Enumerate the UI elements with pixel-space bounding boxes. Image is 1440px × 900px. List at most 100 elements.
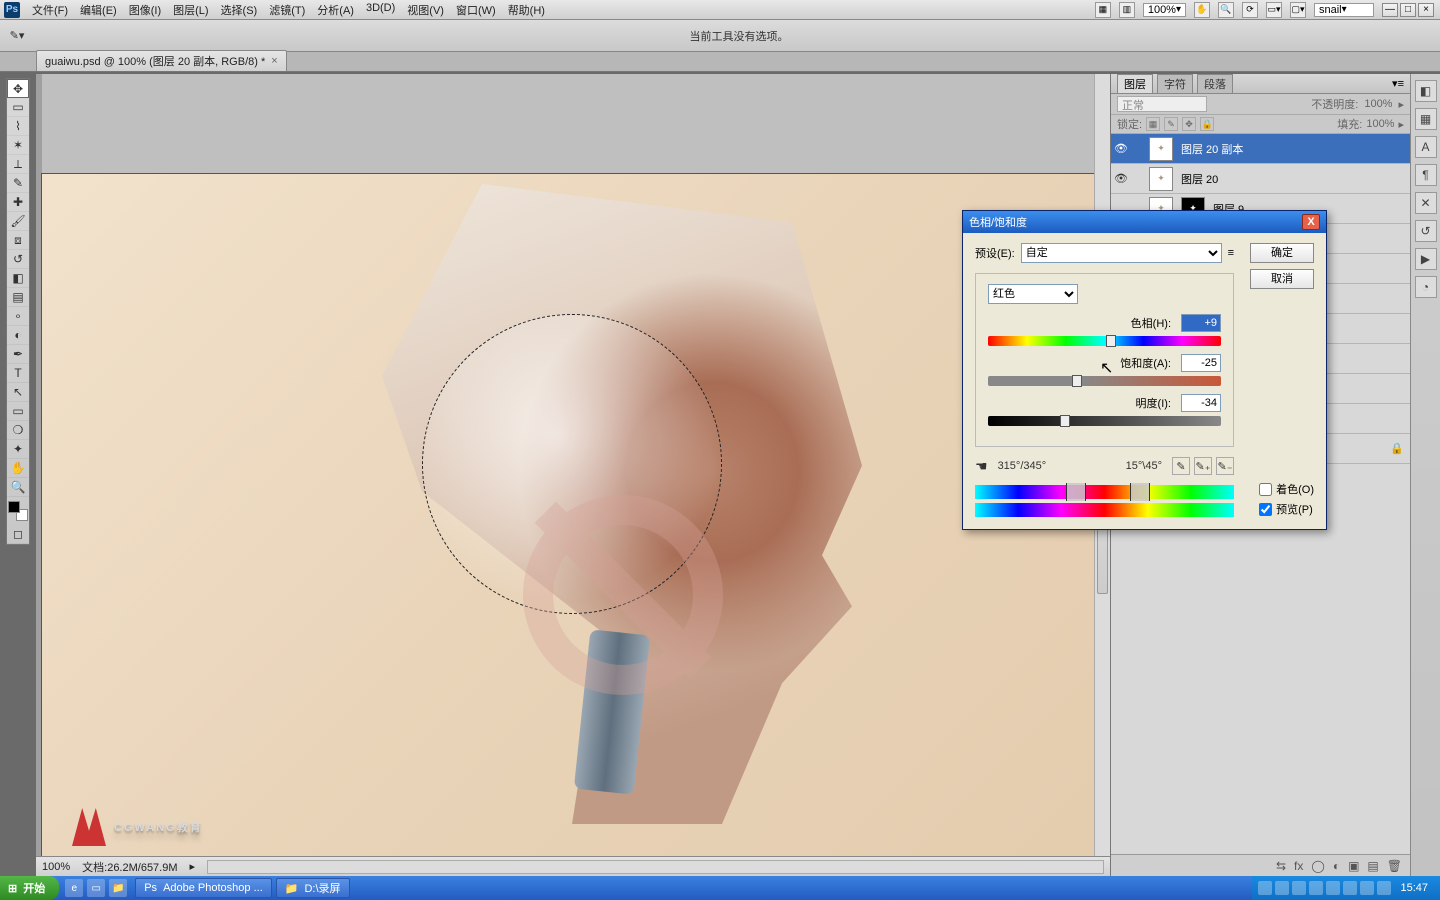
lock-brush-icon[interactable]: ✎ — [1164, 117, 1178, 131]
layer-name[interactable]: 图层 20 — [1177, 171, 1404, 187]
zoom-tool[interactable]: 🔍 — [7, 478, 29, 497]
channel-dropdown[interactable]: 红色 — [988, 284, 1078, 304]
menu-item[interactable]: 帮助(H) — [502, 0, 551, 20]
document-tab[interactable]: guaiwu.psd @ 100% (图层 20 副本, RGB/8) * × — [36, 50, 287, 71]
tab-character[interactable]: 字符 — [1157, 74, 1193, 94]
move-tool[interactable]: ✥ — [7, 79, 29, 98]
lightness-slider[interactable] — [988, 416, 1221, 426]
tab-paragraph[interactable]: 段落 — [1197, 74, 1233, 94]
menu-item[interactable]: 3D(D) — [360, 0, 401, 20]
fill-value[interactable]: 100% — [1366, 118, 1394, 130]
healing-tool[interactable]: ✚ — [7, 193, 29, 212]
start-button[interactable]: ⊞ 开始 — [0, 876, 59, 900]
system-tray[interactable]: 15:47 — [1252, 876, 1440, 900]
workspace-dropdown[interactable]: snail ▾ — [1314, 3, 1374, 17]
screen-mode-icon[interactable]: ▢▾ — [1290, 2, 1306, 18]
layer-row[interactable]: 👁 ✦图层 20 — [1111, 164, 1410, 194]
menu-item[interactable]: 视图(V) — [401, 0, 450, 20]
eyedropper-tool[interactable]: ✎ — [7, 174, 29, 193]
layer-thumbnail[interactable]: ✦ — [1149, 167, 1173, 191]
hand-icon[interactable]: ✋ — [1194, 2, 1210, 18]
hue-input[interactable] — [1181, 314, 1221, 332]
close-icon[interactable]: × — [271, 55, 277, 67]
layer-fx-icon[interactable]: fx — [1294, 859, 1303, 873]
quick-select-tool[interactable]: ✶ — [7, 136, 29, 155]
layer-mask-icon[interactable]: ◯ — [1311, 859, 1324, 873]
tab-layers[interactable]: 图层 — [1117, 74, 1153, 94]
canvas-area[interactable]: CGWANG教育 — [36, 74, 1110, 856]
gradient-tool[interactable]: ▤ — [7, 288, 29, 307]
menu-item[interactable]: 图像(I) — [123, 0, 167, 20]
link-layers-icon[interactable]: ⇆ — [1276, 859, 1286, 873]
zoom-icon[interactable]: 🔍 — [1218, 2, 1234, 18]
hue-slider[interactable] — [988, 336, 1221, 346]
desktop-icon[interactable]: ▭ — [87, 879, 105, 897]
quick-mask-toggle[interactable]: ◻ — [7, 525, 29, 544]
visibility-toggle[interactable]: 👁 — [1111, 172, 1131, 185]
preset-menu-icon[interactable]: ≡ — [1228, 247, 1234, 259]
dialog-close-button[interactable]: X — [1302, 214, 1320, 230]
crop-tool[interactable]: ⟂ — [7, 155, 29, 174]
path-select-tool[interactable]: ↖ — [7, 383, 29, 402]
rotate-view-icon[interactable]: ⟳ — [1242, 2, 1258, 18]
menu-item[interactable]: 滤镜(T) — [263, 0, 311, 20]
menu-item[interactable]: 选择(S) — [215, 0, 264, 20]
ok-button[interactable]: 确定 — [1250, 243, 1314, 263]
current-tool-icon[interactable]: ✎▾ — [8, 27, 26, 45]
close-button[interactable]: × — [1418, 3, 1434, 17]
info-menu-icon[interactable]: ▸ — [190, 860, 196, 873]
layer-group-icon[interactable]: ▣ — [1348, 859, 1359, 873]
layer-name[interactable]: 图层 20 副本 — [1177, 141, 1404, 157]
taskbar-item-folder[interactable]: 📁 D:\录屏 — [276, 878, 350, 898]
dialog-titlebar[interactable]: 色相/饱和度 X — [963, 211, 1326, 233]
lasso-tool[interactable]: ⌇ — [7, 117, 29, 136]
delete-layer-icon[interactable]: 🗑 — [1387, 859, 1402, 873]
maximize-button[interactable]: □ — [1400, 3, 1416, 17]
menu-item[interactable]: 编辑(E) — [74, 0, 123, 20]
bridge-icon[interactable]: ▦ — [1095, 2, 1111, 18]
clock[interactable]: 15:47 — [1394, 882, 1434, 894]
preset-dropdown[interactable]: 自定 — [1021, 243, 1222, 263]
spectrum-top[interactable] — [975, 485, 1234, 499]
3d-tool[interactable]: ❍ — [7, 421, 29, 440]
preview-checkbox[interactable]: 预览(P) — [1259, 501, 1314, 517]
saturation-slider[interactable] — [988, 376, 1221, 386]
ie-icon[interactable]: e — [65, 879, 83, 897]
paragraph-panel-icon[interactable]: ¶ — [1415, 164, 1437, 186]
arrange-icon[interactable]: ▭▾ — [1266, 2, 1282, 18]
menu-item[interactable]: 分析(A) — [311, 0, 360, 20]
colorize-checkbox[interactable]: 着色(O) — [1259, 481, 1314, 497]
shape-tool[interactable]: ▭ — [7, 402, 29, 421]
lock-pixels-icon[interactable]: ▦ — [1146, 117, 1160, 131]
history-brush-tool[interactable]: ↺ — [7, 250, 29, 269]
menu-item[interactable]: 文件(F) — [26, 0, 74, 20]
layer-row[interactable]: 👁✦图层 20 副本 — [1111, 134, 1410, 164]
opacity-value[interactable]: 100% — [1364, 98, 1392, 110]
zoom-dropdown[interactable]: 100% ▾ — [1143, 3, 1186, 17]
pen-tool[interactable]: ✒ — [7, 345, 29, 364]
panel-menu-icon[interactable]: ▾≡ — [1392, 77, 1404, 90]
actions-panel-icon[interactable]: ▶ — [1415, 248, 1437, 270]
horizontal-scrollbar[interactable] — [207, 860, 1104, 874]
zoom-level[interactable]: 100% — [42, 861, 70, 873]
cancel-button[interactable]: 取消 — [1250, 269, 1314, 289]
doc-info[interactable]: 文档:26.2M/657.9M — [82, 859, 177, 875]
scrubby-hand-icon[interactable]: ☚ — [975, 458, 988, 475]
history-panel-icon[interactable]: ↺ — [1415, 220, 1437, 242]
hand-tool[interactable]: ✋ — [7, 459, 29, 478]
hue-saturation-dialog[interactable]: 色相/饱和度 X 预设(E): 自定 ≡ 红色 色相(H): 饱和度(A): — [962, 210, 1327, 530]
type-tool[interactable]: T — [7, 364, 29, 383]
3d-camera-tool[interactable]: ✦ — [7, 440, 29, 459]
lock-position-icon[interactable]: ✥ — [1182, 117, 1196, 131]
eyedropper-subtract-icon[interactable]: ✎₋ — [1216, 457, 1234, 475]
blend-mode-dropdown[interactable]: 正常 — [1117, 96, 1207, 112]
layer-thumbnail[interactable]: ✦ — [1149, 137, 1173, 161]
explorer-icon[interactable]: 📁 — [109, 879, 127, 897]
info-panel-icon[interactable]: ◔ — [1415, 276, 1437, 298]
tools-preset-icon[interactable]: ✕ — [1415, 192, 1437, 214]
marquee-tool[interactable]: ▭ — [7, 98, 29, 117]
minimize-button[interactable]: — — [1382, 3, 1398, 17]
mini-bridge-icon[interactable]: ▥ — [1119, 2, 1135, 18]
eyedropper-icon[interactable]: ✎ — [1172, 457, 1190, 475]
lock-all-icon[interactable]: 🔒 — [1200, 117, 1214, 131]
